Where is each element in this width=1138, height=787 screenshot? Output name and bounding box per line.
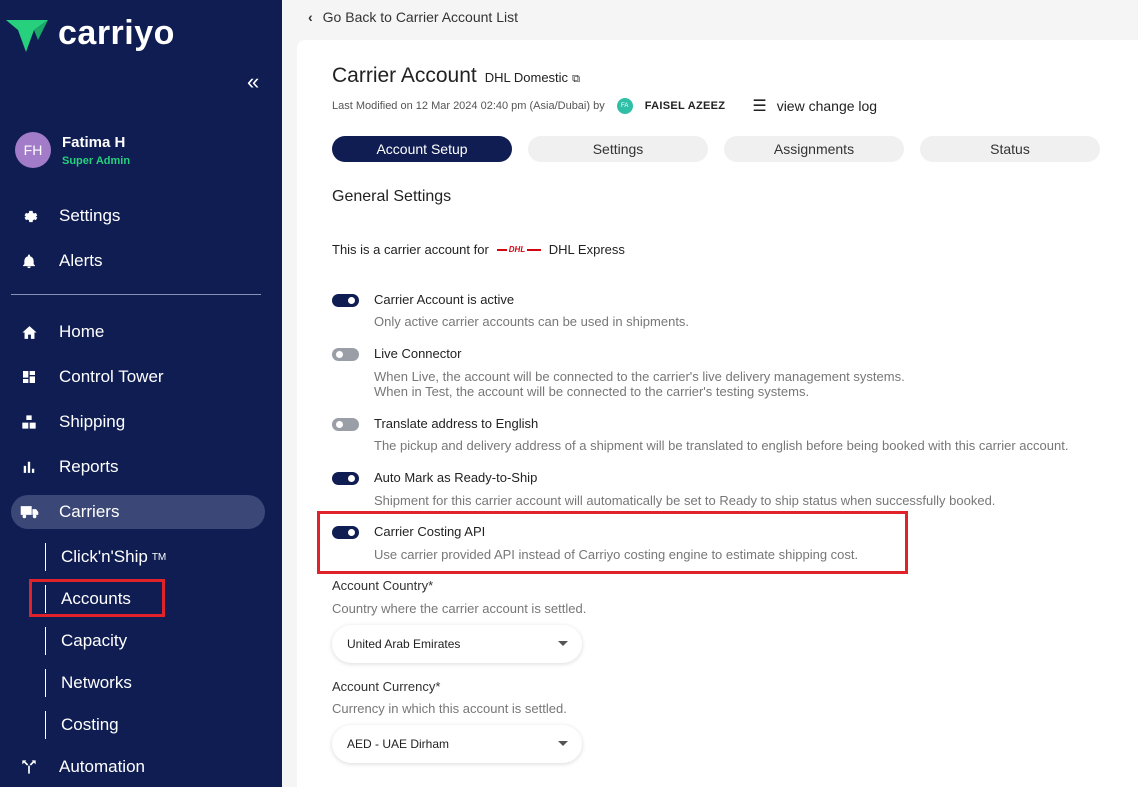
chevron-left-icon: ‹ [308,9,313,25]
modifier-name: FAISEL AZEEZ [644,100,726,112]
option-desc: When Live, the account will be connected… [374,369,905,384]
bar-chart-icon [19,457,39,477]
carrier-info: This is a carrier account for DHL DHL Ex… [332,242,625,257]
sidebar-subitem-label: Networks [61,673,132,692]
account-currency-label: Account Currency* [332,679,441,694]
sidebar-divider [11,294,261,295]
accounts-highlight-box [29,579,165,617]
shipping-icon [19,412,39,432]
sidebar-item-settings[interactable]: Settings [11,199,265,233]
option-label: Live Connector [374,346,462,361]
carriyo-logo[interactable]: carriyo [4,13,175,54]
option-desc: The pickup and delivery address of a shi… [374,438,1069,453]
list-icon: ☰ [752,98,767,115]
sidebar-item-reports[interactable]: Reports [11,450,265,484]
tab-assignments[interactable]: Assignments [724,136,904,162]
account-country-label: Account Country* [332,578,434,593]
account-country-value: United Arab Emirates [347,637,461,651]
account-country-select[interactable]: United Arab Emirates [332,625,582,663]
sidebar-item-label: Control Tower [59,367,164,386]
sidebar-subitem-networks[interactable]: Networks [45,669,132,697]
toggle-auto-mark-ready[interactable] [332,472,359,485]
tab-settings[interactable]: Settings [528,136,708,162]
bell-icon [19,251,39,271]
chevron-down-icon [558,741,568,746]
user-role: Super Admin [62,154,131,167]
modifier-avatar: FA [616,98,633,114]
collapse-sidebar-icon[interactable]: « [247,69,259,95]
last-modified-text: Last Modified on 12 Mar 2024 02:40 pm (A… [332,100,605,112]
user-profile[interactable]: FH Fatima H Super Admin [15,132,130,168]
back-to-carrier-list-link[interactable]: ‹ Go Back to Carrier Account List [308,9,518,25]
carrier-name: DHL Express [548,242,625,257]
sidebar-subitem-label: Click'n'Ship [61,547,148,566]
option-label: Auto Mark as Ready-to-Ship [374,470,538,485]
carriyo-logo-icon [6,20,48,52]
sidebar-item-label: Home [59,322,105,341]
tab-status[interactable]: Status [920,136,1100,162]
back-link-label: Go Back to Carrier Account List [322,9,518,25]
sidebar-item-label: Shipping [59,412,126,431]
sidebar-item-automation[interactable]: Automation [11,750,265,784]
sidebar: carriyo « FH Fatima H Super Admin Settin… [0,0,282,787]
toggle-carrier-account-active[interactable] [332,294,359,307]
carrier-intro: This is a carrier account for [332,242,489,257]
option-desc: Only active carrier accounts can be used… [374,314,690,329]
account-country-desc: Country where the carrier account is set… [332,601,587,616]
sidebar-subitem-label: Capacity [61,631,128,650]
sidebar-subitem-clicknship[interactable]: Click'n'Ship TM [45,543,166,571]
dhl-logo: DHL [496,244,541,255]
sidebar-item-label: Reports [59,457,119,476]
page-title: Carrier Account [332,64,477,87]
dashboard-icon [19,367,39,387]
app-name: carriyo [58,13,175,52]
tab-account-setup[interactable]: Account Setup [332,136,512,162]
option-desc: Shipment for this carrier account will a… [374,493,996,508]
toggle-translate-address[interactable] [332,418,359,431]
costing-api-highlight-box [317,511,908,574]
account-currency-select[interactable]: AED - UAE Dirham [332,725,582,763]
sidebar-item-label: Carriers [59,502,120,521]
sidebar-subitem-capacity[interactable]: Capacity [45,627,127,655]
sidebar-item-label: Settings [59,206,121,225]
home-icon [19,322,39,342]
automation-icon [19,757,39,777]
avatar: FH [15,132,51,168]
dhl-logo-text: DHL [506,244,528,254]
trademark: TM [151,551,167,563]
account-currency-value: AED - UAE Dirham [347,737,450,751]
section-title: General Settings [332,188,452,205]
view-change-log-button[interactable]: ☰ view change log [752,96,877,116]
copy-icon[interactable]: ⧉ [572,73,580,86]
sidebar-item-label: Alerts [59,251,103,270]
sidebar-item-home[interactable]: Home [11,315,265,349]
sidebar-item-label: Automation [59,757,145,776]
last-modified-row: Last Modified on 12 Mar 2024 02:40 pm (A… [332,96,877,116]
truck-icon [19,502,39,522]
sidebar-subitem-costing[interactable]: Costing [45,711,119,739]
sidebar-item-control-tower[interactable]: Control Tower [11,360,265,394]
option-label: Carrier Account is active [374,292,515,307]
account-currency-desc: Currency in which this account is settle… [332,701,567,716]
change-log-label: view change log [776,98,878,114]
chevron-down-icon [558,641,568,646]
page-header: Carrier Account DHL Domestic ⧉ [332,64,580,88]
user-name: Fatima H [62,133,126,151]
toggle-live-connector[interactable] [332,348,359,361]
sidebar-item-shipping[interactable]: Shipping [11,405,265,439]
sidebar-item-carriers[interactable]: Carriers [11,495,265,529]
sidebar-item-alerts[interactable]: Alerts [11,244,265,278]
account-name: DHL Domestic [484,70,569,85]
gear-icon [19,206,39,226]
option-desc: When in Test, the account will be connec… [374,384,810,399]
sidebar-subitem-label: Costing [61,715,119,734]
option-label: Translate address to English [374,416,539,431]
